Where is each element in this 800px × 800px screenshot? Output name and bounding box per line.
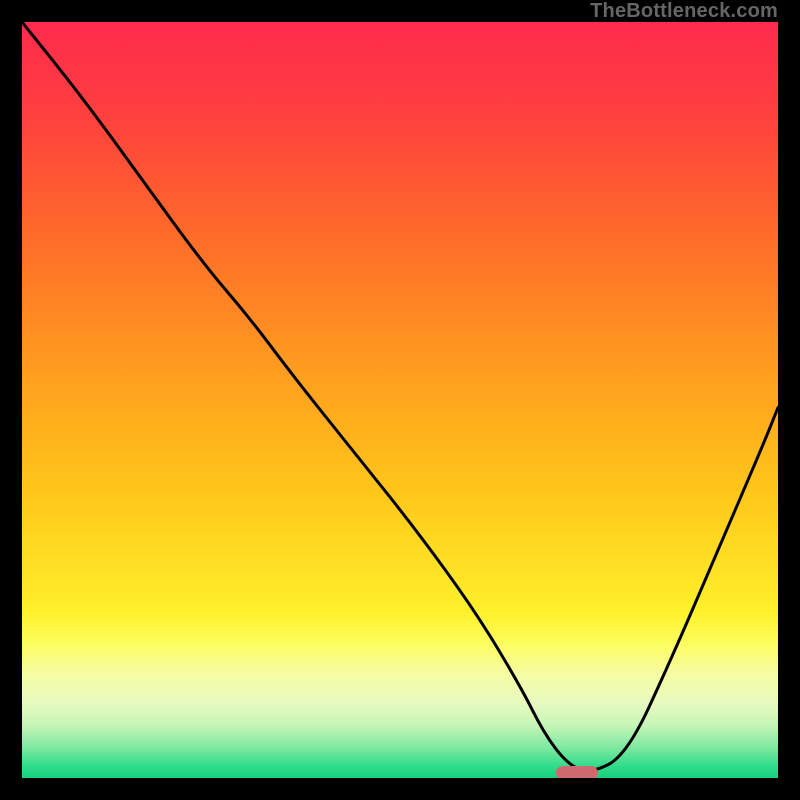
optimal-point-marker (556, 766, 598, 780)
chart-stage: TheBottleneck.com (0, 0, 800, 800)
gradient-background (22, 22, 778, 778)
plot-svg (22, 22, 778, 778)
plot-area (20, 20, 780, 780)
bottleneck-curve (22, 22, 778, 771)
